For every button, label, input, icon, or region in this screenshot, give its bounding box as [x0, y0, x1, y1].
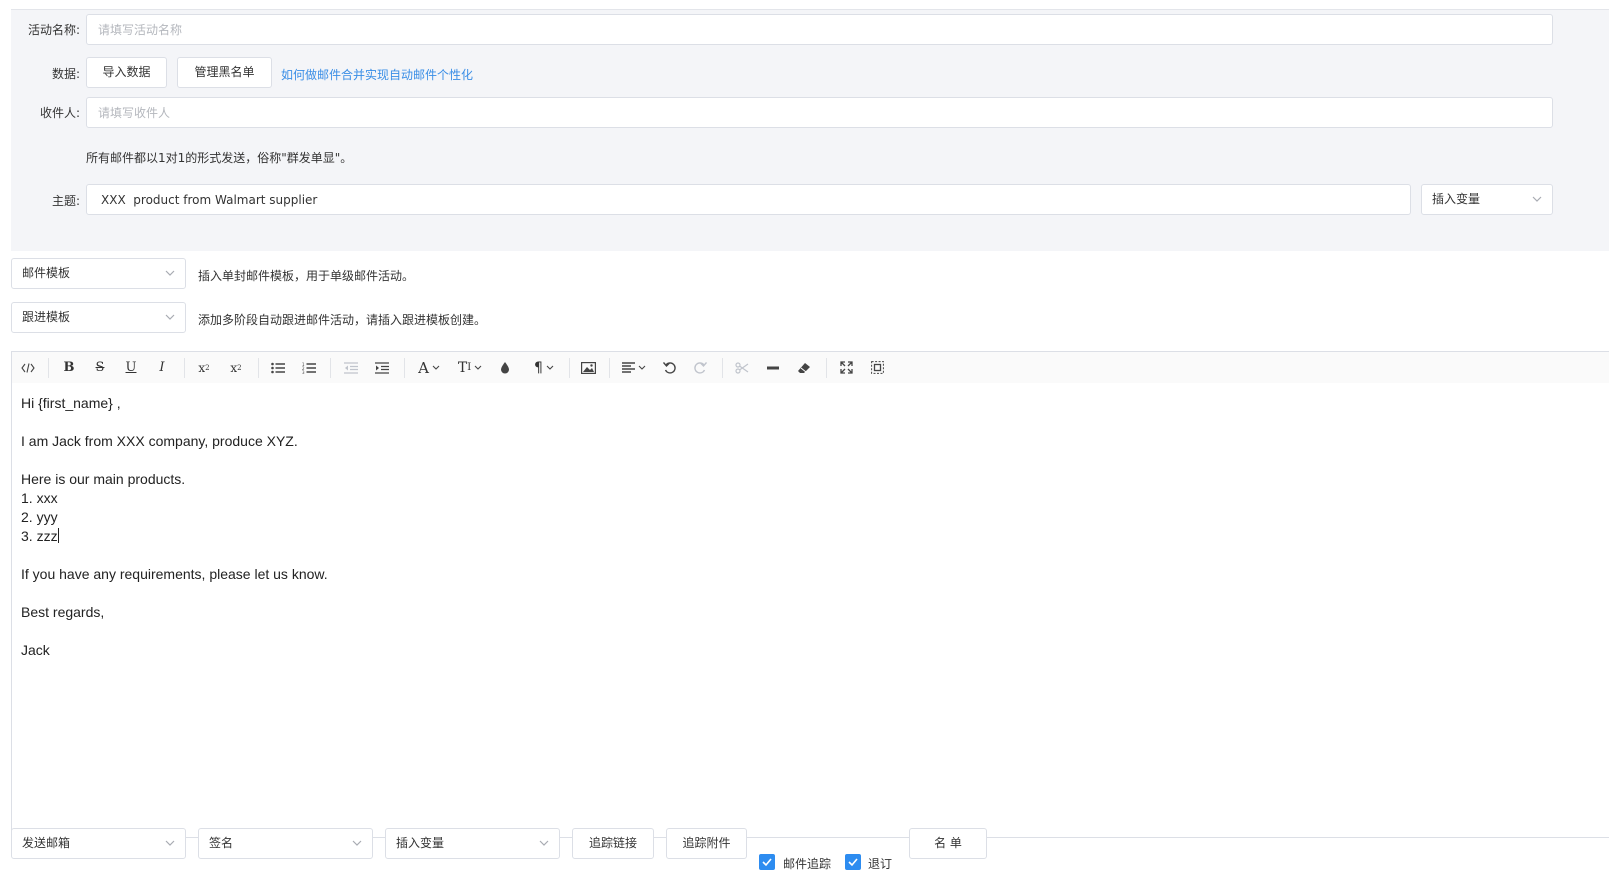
toolbar-separator: [826, 358, 827, 378]
activity-name-label: 活动名称:: [27, 23, 80, 37]
toolbar-separator: [404, 358, 405, 378]
italic-icon[interactable]: I: [147, 352, 177, 383]
horizontal-rule-icon[interactable]: [758, 352, 788, 383]
editor-line: Here is our main products.: [21, 471, 186, 487]
subject-input[interactable]: [86, 184, 1411, 215]
editor-line: Jack: [21, 642, 50, 658]
import-data-button[interactable]: 导入数据: [86, 57, 167, 88]
paragraph-icon[interactable]: ¶: [526, 352, 562, 383]
editor-line: If you have any requirements, please let…: [21, 566, 328, 582]
editor-blank-line: [21, 622, 1600, 641]
bullet-list-icon[interactable]: [263, 352, 293, 383]
editor-line: 1. xxx: [21, 490, 58, 506]
chevron-down-icon: [165, 314, 175, 320]
data-label: 数据:: [51, 67, 80, 81]
sender-mailbox-label: 发送邮箱: [22, 836, 71, 850]
manage-blacklist-button[interactable]: 管理黑名单: [177, 57, 272, 88]
track-attachments-button[interactable]: 追踪附件: [666, 828, 747, 859]
mail-tracking-checkbox[interactable]: [759, 854, 775, 870]
numbered-list-icon[interactable]: 123: [294, 352, 324, 383]
editor-blank-line: [21, 584, 1600, 603]
code-view-icon[interactable]: [13, 352, 43, 383]
mail-template-label: 邮件模板: [22, 266, 71, 280]
editor-line: 3. zzz: [21, 528, 59, 544]
editor-blank-line: [21, 546, 1600, 565]
mail-merge-help-link[interactable]: 如何做邮件合并实现自动邮件个性化: [281, 66, 473, 83]
bold-icon[interactable]: B: [54, 352, 84, 383]
checkmark-icon: [848, 858, 858, 867]
footer-insert-variable-label: 插入变量: [396, 836, 445, 850]
font-family-icon[interactable]: A: [411, 352, 447, 383]
outdent-icon[interactable]: [336, 352, 366, 383]
subject-insert-variable-select[interactable]: 插入变量: [1421, 184, 1553, 215]
select-all-icon[interactable]: [862, 352, 892, 383]
editor-line: Best regards,: [21, 604, 105, 620]
chevron-down-icon: [165, 840, 175, 846]
toolbar-separator: [569, 358, 570, 378]
image-icon[interactable]: [573, 352, 603, 383]
chevron-down-icon: [539, 840, 549, 846]
mail-tracking-label: 邮件追踪: [783, 857, 832, 871]
clear-format-icon[interactable]: [789, 352, 819, 383]
editor-blank-line: [21, 451, 1600, 470]
recipient-list-button[interactable]: 名 单: [909, 828, 987, 859]
followup-template-label: 跟进模板: [22, 310, 71, 324]
mail-template-select[interactable]: 邮件模板: [11, 258, 186, 289]
chevron-down-icon: [1532, 196, 1542, 202]
mail-template-hint: 插入单封邮件模板，用于单级邮件活动。: [198, 269, 415, 283]
subscript-icon[interactable]: x2: [221, 352, 251, 383]
email-body-editor[interactable]: Hi {first_name} , I am Jack from XXX comp…: [11, 383, 1609, 838]
svg-text:3: 3: [302, 370, 305, 374]
checkmark-icon: [762, 858, 772, 867]
font-size-icon[interactable]: TI: [452, 352, 488, 383]
subject-label: 主题:: [51, 194, 80, 208]
followup-template-select[interactable]: 跟进模板: [11, 302, 186, 333]
recipients-note: 所有邮件都以1对1的形式发送，俗称"群发单显"。: [86, 151, 353, 165]
toolbar-separator: [330, 358, 331, 378]
toolbar-separator: [722, 358, 723, 378]
toolbar-separator: [258, 358, 259, 378]
redo-icon[interactable]: [685, 352, 715, 383]
editor-toolbar: B S U I x2 x2 123 A TI ¶: [11, 351, 1609, 384]
toolbar-separator: [48, 358, 49, 378]
text-color-icon[interactable]: [490, 352, 520, 383]
sender-mailbox-select[interactable]: 发送邮箱: [11, 828, 186, 859]
signature-select[interactable]: 签名: [198, 828, 373, 859]
editor-line: Hi {first_name} ,: [21, 395, 121, 411]
toolbar-separator: [184, 358, 185, 378]
signature-label: 签名: [209, 836, 234, 850]
footer-insert-variable-select[interactable]: 插入变量: [385, 828, 560, 859]
editor-line: I am Jack from XXX company, produce XYZ.: [21, 433, 298, 449]
followup-template-hint: 添加多阶段自动跟进邮件活动，请插入跟进模板创建。: [198, 313, 487, 327]
undo-icon[interactable]: [654, 352, 684, 383]
track-links-button[interactable]: 追踪链接: [572, 828, 654, 859]
chevron-down-icon: [165, 270, 175, 276]
fullscreen-icon[interactable]: [831, 352, 861, 383]
superscript-icon[interactable]: x2: [189, 352, 219, 383]
cut-icon[interactable]: [727, 352, 757, 383]
editor-blank-line: [21, 413, 1600, 432]
unsubscribe-checkbox[interactable]: [845, 854, 861, 870]
unsubscribe-label: 退订: [868, 857, 893, 871]
recipients-input[interactable]: [86, 97, 1553, 128]
editor-line: 2. yyy: [21, 509, 58, 525]
strikethrough-icon[interactable]: S: [85, 352, 115, 383]
toolbar-separator: [609, 358, 610, 378]
indent-icon[interactable]: [367, 352, 397, 383]
align-icon[interactable]: [616, 352, 652, 383]
recipients-label: 收件人:: [39, 106, 80, 120]
subject-insert-variable-label: 插入变量: [1432, 192, 1481, 206]
underline-icon[interactable]: U: [116, 352, 146, 383]
chevron-down-icon: [352, 840, 362, 846]
text-caret: [57, 528, 59, 543]
activity-name-input[interactable]: [86, 14, 1553, 45]
